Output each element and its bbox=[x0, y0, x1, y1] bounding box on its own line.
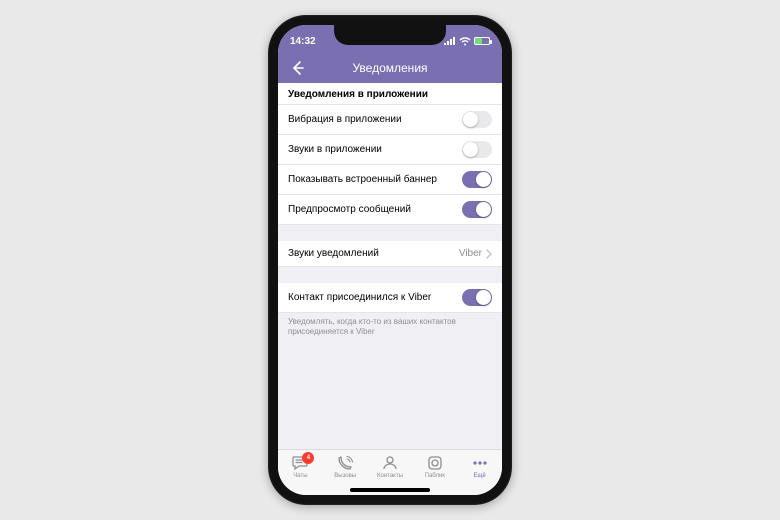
row-vibration[interactable]: Вибрация в приложении bbox=[278, 105, 502, 135]
tab-label: Ещё bbox=[473, 473, 485, 479]
status-time: 14:32 bbox=[290, 36, 316, 47]
back-arrow-icon bbox=[290, 60, 306, 76]
person-icon bbox=[381, 454, 399, 472]
row-preview[interactable]: Предпросмотр сообщений bbox=[278, 195, 502, 225]
row-label: Звуки уведомлений bbox=[288, 248, 379, 259]
signal-icon bbox=[444, 37, 456, 45]
tab-label: Контакты bbox=[377, 473, 403, 479]
row-label: Показывать встроенный баннер bbox=[288, 174, 437, 185]
row-label: Звуки в приложении bbox=[288, 144, 382, 155]
more-icon bbox=[471, 454, 489, 472]
notch bbox=[334, 25, 446, 45]
footer-note: Уведомлять, когда кто-то из ваших контак… bbox=[278, 313, 502, 338]
phone-icon bbox=[336, 454, 354, 472]
row-value: Viber bbox=[459, 248, 482, 259]
home-indicator[interactable] bbox=[350, 488, 430, 492]
toggle-banner[interactable] bbox=[462, 171, 492, 188]
section-gap bbox=[278, 267, 502, 283]
toggle-vibration[interactable] bbox=[462, 111, 492, 128]
screen: 14:32 Уведомления Уведомления в приложен… bbox=[278, 25, 502, 495]
row-sounds[interactable]: Звуки в приложении bbox=[278, 135, 502, 165]
page-title: Уведомления bbox=[352, 61, 427, 75]
tab-more[interactable]: Ещё bbox=[460, 454, 500, 479]
row-contact-joined[interactable]: Контакт присоединился к Viber bbox=[278, 283, 502, 313]
tab-label: Паблик bbox=[425, 473, 445, 479]
tab-chats[interactable]: 4 Чаты bbox=[280, 454, 320, 479]
row-sound-select[interactable]: Звуки уведомлений Viber bbox=[278, 241, 502, 267]
public-icon bbox=[426, 454, 444, 472]
content: Уведомления в приложении Вибрация в прил… bbox=[278, 83, 502, 449]
tab-label: Чаты bbox=[293, 473, 307, 479]
wifi-icon bbox=[459, 37, 471, 46]
toggle-contact-joined[interactable] bbox=[462, 289, 492, 306]
row-label: Предпросмотр сообщений bbox=[288, 204, 411, 215]
toggle-preview[interactable] bbox=[462, 201, 492, 218]
badge-chats: 4 bbox=[302, 452, 314, 464]
section-header: Уведомления в приложении bbox=[278, 83, 502, 105]
section-gap bbox=[278, 225, 502, 241]
tab-public[interactable]: Паблик bbox=[415, 454, 455, 479]
back-button[interactable] bbox=[286, 56, 310, 80]
chevron-right-icon bbox=[486, 249, 492, 259]
battery-icon bbox=[474, 37, 490, 45]
nav-bar: Уведомления bbox=[278, 53, 502, 83]
row-label: Вибрация в приложении bbox=[288, 114, 402, 125]
row-banner[interactable]: Показывать встроенный баннер bbox=[278, 165, 502, 195]
tab-label: Вызовы bbox=[334, 473, 356, 479]
toggle-sounds[interactable] bbox=[462, 141, 492, 158]
tab-contacts[interactable]: Контакты bbox=[370, 454, 410, 479]
phone-frame: 14:32 Уведомления Уведомления в приложен… bbox=[268, 15, 512, 505]
row-label: Контакт присоединился к Viber bbox=[288, 292, 431, 303]
tab-calls[interactable]: Вызовы bbox=[325, 454, 365, 479]
